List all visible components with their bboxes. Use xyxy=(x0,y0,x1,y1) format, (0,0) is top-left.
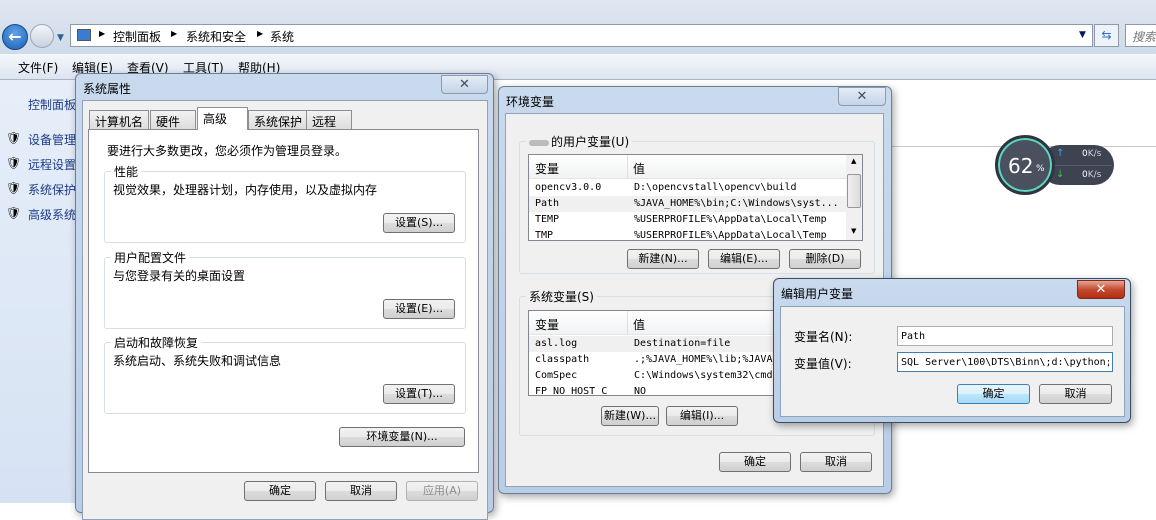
left-pane: 控制面板 🛡 设备管理 🛡 远程设置 🛡 系统保护 🛡 高级系统 xyxy=(0,80,76,503)
forward-button[interactable] xyxy=(30,24,54,48)
link-remote-settings[interactable]: 远程设置 xyxy=(28,156,76,173)
upload-speed: 0K/s xyxy=(1082,149,1102,159)
scroll-down-icon: ▼ xyxy=(851,227,857,235)
upload-arrow-icon: ↑ xyxy=(1056,148,1065,159)
cancel-button[interactable]: 取消 xyxy=(325,481,397,501)
link-system-protection[interactable]: 系统保护 xyxy=(28,181,76,198)
variable-name-input[interactable] xyxy=(897,326,1113,346)
system-edit-button[interactable]: 编辑(I)... xyxy=(666,406,738,426)
close-button[interactable]: ✕ xyxy=(1077,280,1125,299)
startup-recovery-settings-button[interactable]: 设置(T)... xyxy=(383,384,455,404)
tab-hardware[interactable]: 硬件 xyxy=(150,110,196,130)
variable-value-input[interactable] xyxy=(897,352,1113,372)
refresh-button[interactable]: ⇆ xyxy=(1094,24,1119,47)
scrollbar-thumb[interactable] xyxy=(847,174,861,208)
admin-note: 要进行大多数更改，您必须作为管理员登录。 xyxy=(107,144,348,158)
ok-button[interactable]: 确定 xyxy=(244,481,316,501)
user-delete-button[interactable]: 删除(D) xyxy=(789,249,861,269)
user-edit-button[interactable]: 编辑(E)... xyxy=(708,249,780,269)
link-advanced-system[interactable]: 高级系统 xyxy=(28,206,76,223)
shield-icon: 🛡 xyxy=(6,156,22,170)
list-header: 变量值 xyxy=(529,155,862,179)
address-bar[interactable]: ▶ 控制面板 ▶ 系统和安全 ▶ 系统 ▼ xyxy=(70,24,1093,47)
tab-computer-name[interactable]: 计算机名 xyxy=(89,110,150,130)
tab-panel: 要进行大多数更改，您必须作为管理员登录。 性能 视觉效果，处理器计划，内存使用，… xyxy=(88,129,479,473)
user-variables-list[interactable]: 变量值 opencv3.0.0 D:\opencvstall\opencv\bui… xyxy=(528,154,863,241)
navigation-bar: ← ▼ ▶ 控制面板 ▶ 系统和安全 ▶ 系统 ▼ ⇆ 搜索 xyxy=(0,0,1156,54)
download-speed: 0K/s xyxy=(1082,170,1102,180)
user-avatar-icon xyxy=(529,139,549,146)
ok-button[interactable]: 确定 xyxy=(957,384,1030,404)
table-row[interactable]: opencv3.0.0 D:\opencvstall\opencv\build xyxy=(529,180,862,196)
breadcrumb-item[interactable]: 系统 xyxy=(270,28,294,45)
shield-icon: 🛡 xyxy=(6,131,22,145)
cancel-button[interactable]: 取消 xyxy=(800,452,872,472)
dialog-title: 系统属性 xyxy=(83,82,132,96)
table-row[interactable]: TMP %USERPROFILE%\AppData\Local\Temp xyxy=(529,228,862,240)
search-input[interactable]: 搜索 xyxy=(1125,24,1156,47)
recent-pages-chevron-icon[interactable]: ▼ xyxy=(57,33,64,43)
scroll-up-icon: ▲ xyxy=(851,157,857,165)
link-device-manager[interactable]: 设备管理 xyxy=(28,131,76,148)
variable-value-label: 变量值(V): xyxy=(794,357,852,371)
cpu-percent: 62 xyxy=(1008,154,1034,178)
cancel-button[interactable]: 取消 xyxy=(1039,384,1112,404)
breadcrumb-item[interactable]: 系统和安全 xyxy=(186,28,246,45)
environment-variables-button[interactable]: 环境变量(N)... xyxy=(339,427,465,447)
variable-name-label: 变量名(N): xyxy=(794,330,853,344)
system-new-button[interactable]: 新建(W)... xyxy=(601,406,659,426)
user-profiles-settings-button[interactable]: 设置(E)... xyxy=(383,299,455,319)
apply-button[interactable]: 应用(A) xyxy=(406,481,478,501)
close-button[interactable]: ✕ xyxy=(838,87,886,106)
cpu-gauge[interactable]: 62 % xyxy=(995,135,1055,195)
computer-icon xyxy=(77,29,91,41)
dialog-title: 环境变量 xyxy=(506,95,555,109)
user-new-button[interactable]: 新建(N)... xyxy=(627,249,699,269)
shield-icon: 🛡 xyxy=(6,206,22,220)
tab-remote[interactable]: 远程 xyxy=(306,110,352,130)
table-row[interactable]: Path %JAVA_HOME%\bin;C:\Windows\syst... xyxy=(529,196,862,212)
menu-file[interactable]: 文件(F) xyxy=(18,59,58,76)
shield-icon: 🛡 xyxy=(6,181,22,195)
back-button[interactable]: ← xyxy=(2,24,28,50)
performance-settings-button[interactable]: 设置(S)... xyxy=(383,213,455,233)
address-dropdown-icon[interactable]: ▼ xyxy=(1079,30,1086,40)
breadcrumb-item[interactable]: 控制面板 xyxy=(113,28,161,45)
close-button[interactable]: ✕ xyxy=(441,75,488,94)
ok-button[interactable]: 确定 xyxy=(719,452,791,472)
control-panel-home-link[interactable]: 控制面板 xyxy=(28,96,76,113)
download-arrow-icon: ↓ xyxy=(1056,169,1065,180)
table-row[interactable]: TEMP %USERPROFILE%\AppData\Local\Temp xyxy=(529,212,862,228)
vertical-scrollbar[interactable]: ▲ ▼ xyxy=(846,155,862,240)
tab-system-protection[interactable]: 系统保护 xyxy=(248,110,309,130)
dialog-title: 编辑用户变量 xyxy=(781,287,854,301)
tab-advanced[interactable]: 高级 xyxy=(197,107,248,130)
